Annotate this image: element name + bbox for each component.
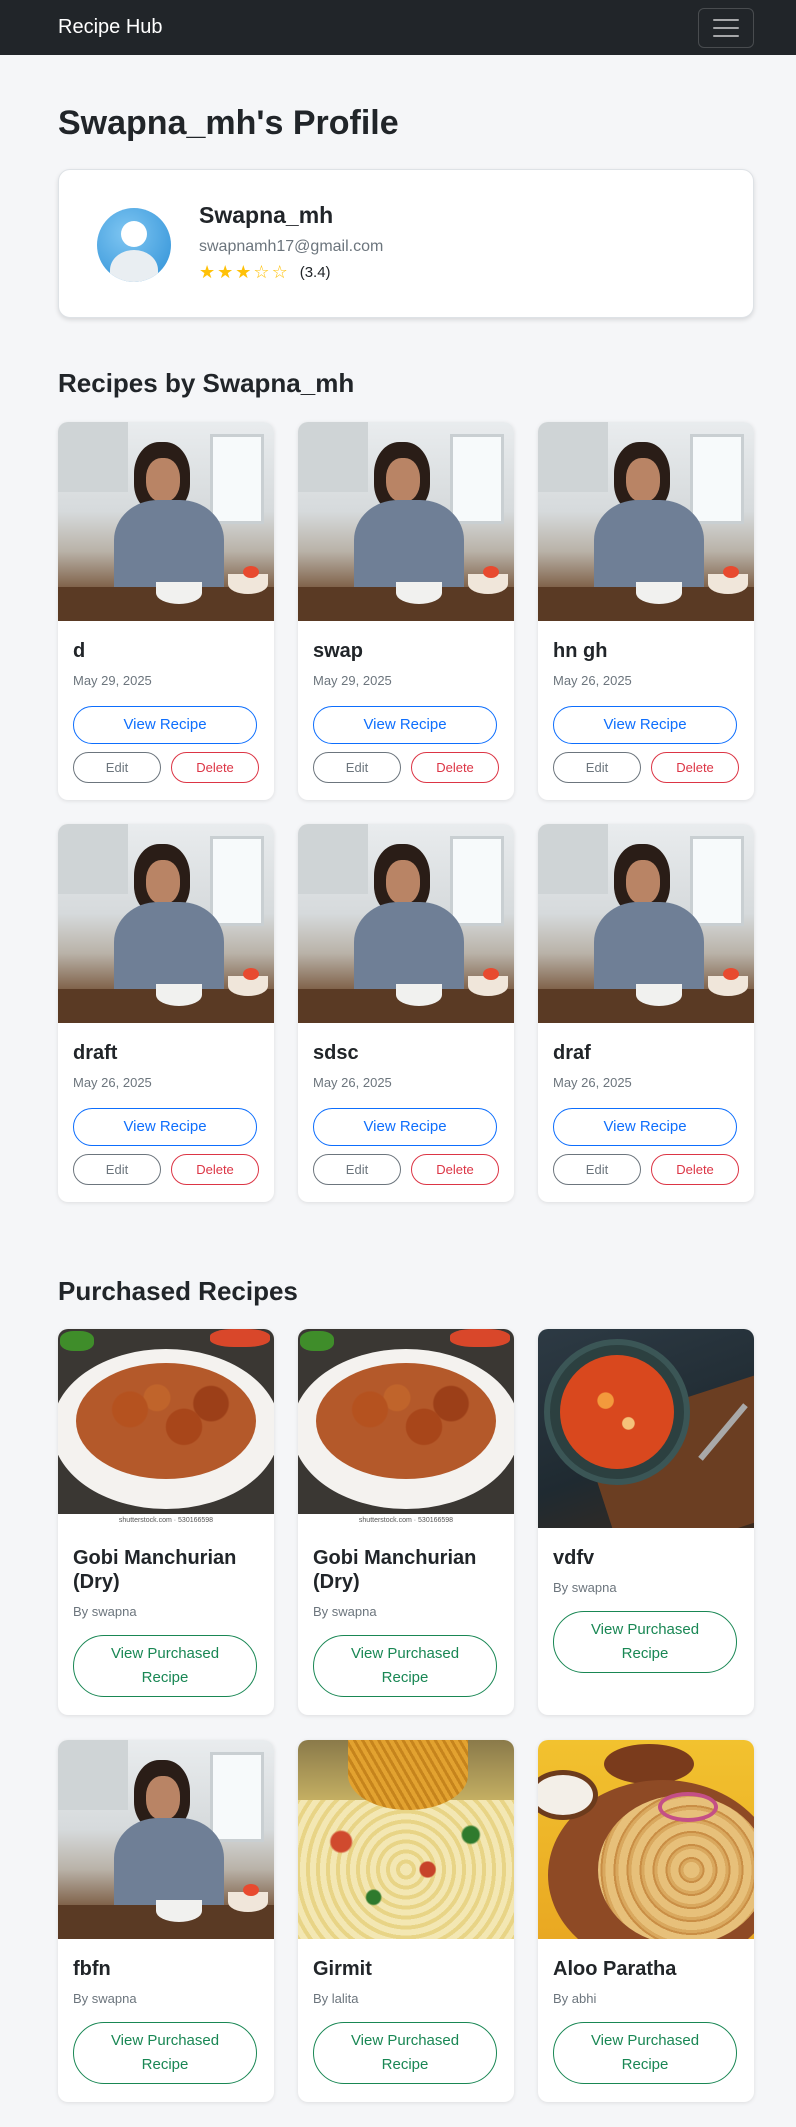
recipe-image xyxy=(538,1740,754,1939)
recipe-image: shutterstock.com · 530166598 xyxy=(58,1329,274,1528)
edit-button[interactable]: Edit xyxy=(313,1154,401,1185)
recipe-image xyxy=(298,1740,514,1939)
edit-button[interactable]: Edit xyxy=(73,1154,161,1185)
profile-card: Swapna_mh swapnamh17@gmail.com ★ ★ ★ ☆ ☆… xyxy=(58,169,754,318)
recipe-title: draf xyxy=(553,1042,591,1064)
delete-button[interactable]: Delete xyxy=(651,752,739,783)
star-empty-icon: ☆ xyxy=(271,262,288,282)
recipe-card: sdsc May 26, 2025 View Recipe Edit Delet… xyxy=(298,824,514,1202)
purchased-recipe-card: Girmit By lalita View Purchased Recipe xyxy=(298,1740,514,2102)
recipe-date: May 26, 2025 xyxy=(313,1075,392,1090)
rating-stars: ★ ★ ★ ☆ ☆ (3.4) xyxy=(199,263,331,281)
recipe-card: d May 29, 2025 View Recipe Edit Delete xyxy=(58,422,274,800)
profile-email: swapnamh17@gmail.com xyxy=(199,238,384,255)
recipe-title: Gobi Manchurian (Dry) xyxy=(313,1547,477,1593)
recipe-image xyxy=(298,422,514,621)
recipe-date: May 29, 2025 xyxy=(73,673,152,688)
purchased-recipe-card: shutterstock.com · 530166598 Gobi Manchu… xyxy=(298,1329,514,1715)
edit-button[interactable]: Edit xyxy=(313,752,401,783)
edit-button[interactable]: Edit xyxy=(73,752,161,783)
recipe-card: hn gh May 26, 2025 View Recipe Edit Dele… xyxy=(538,422,754,800)
rating-value: (3.4) xyxy=(299,263,331,281)
page-title: Swapna_mh's Profile xyxy=(58,104,399,142)
star-filled-icon: ★ xyxy=(199,262,216,282)
view-purchased-recipe-button[interactable]: View Purchased Recipe xyxy=(553,2022,737,2084)
recipe-date: May 26, 2025 xyxy=(73,1075,152,1090)
recipe-title: draft xyxy=(73,1042,118,1064)
recipe-card: draft May 26, 2025 View Recipe Edit Dele… xyxy=(58,824,274,1202)
recipe-author: By swapna xyxy=(553,1580,617,1595)
star-filled-icon: ★ xyxy=(217,262,234,282)
recipe-author: By lalita xyxy=(313,1991,359,2006)
delete-button[interactable]: Delete xyxy=(651,1154,739,1185)
recipe-title: fbfn xyxy=(73,1958,111,1980)
purchased-recipe-card: shutterstock.com · 530166598 Gobi Manchu… xyxy=(58,1329,274,1715)
view-purchased-recipe-button[interactable]: View Purchased Recipe xyxy=(313,2022,497,2084)
recipe-image: shutterstock.com · 530166598 xyxy=(298,1329,514,1528)
recipe-image xyxy=(58,422,274,621)
purchased-section-title: Purchased Recipes xyxy=(58,1276,298,1306)
view-recipe-button[interactable]: View Recipe xyxy=(73,706,257,744)
recipe-image xyxy=(58,824,274,1023)
recipe-date: May 29, 2025 xyxy=(313,673,392,688)
edit-button[interactable]: Edit xyxy=(553,1154,641,1185)
recipe-title: Gobi Manchurian (Dry) xyxy=(73,1547,237,1593)
purchased-recipe-card: Aloo Paratha By abhi View Purchased Reci… xyxy=(538,1740,754,2102)
recipe-title: hn gh xyxy=(553,640,608,662)
image-watermark: shutterstock.com · 530166598 xyxy=(58,1514,274,1528)
view-purchased-recipe-button[interactable]: View Purchased Recipe xyxy=(313,1635,497,1697)
view-purchased-recipe-button[interactable]: View Purchased Recipe xyxy=(73,1635,257,1697)
star-empty-icon: ☆ xyxy=(253,262,270,282)
user-avatar-icon xyxy=(97,208,171,282)
recipe-title: d xyxy=(73,640,86,662)
hamburger-icon[interactable] xyxy=(698,7,754,48)
recipe-date: May 26, 2025 xyxy=(553,673,632,688)
recipe-image xyxy=(538,824,754,1023)
view-purchased-recipe-button[interactable]: View Purchased Recipe xyxy=(73,2022,257,2084)
view-recipe-button[interactable]: View Recipe xyxy=(553,706,737,744)
view-recipe-button[interactable]: View Recipe xyxy=(73,1108,257,1146)
recipe-author: By abhi xyxy=(553,1991,597,2006)
edit-button[interactable]: Edit xyxy=(553,752,641,783)
recipe-title: swap xyxy=(313,640,364,662)
view-recipe-button[interactable]: View Recipe xyxy=(313,1108,497,1146)
recipe-title: Aloo Paratha xyxy=(553,1958,677,1980)
recipe-image xyxy=(298,824,514,1023)
recipe-title: vdfv xyxy=(553,1547,595,1569)
recipe-author: By swapna xyxy=(73,1991,137,2006)
view-recipe-button[interactable]: View Recipe xyxy=(313,706,497,744)
navbar: Recipe Hub xyxy=(0,0,796,55)
recipe-image xyxy=(538,1329,754,1528)
profile-name: Swapna_mh xyxy=(199,202,334,228)
purchased-recipe-card: fbfn By swapna View Purchased Recipe xyxy=(58,1740,274,2102)
recipe-title: Girmit xyxy=(313,1958,372,1980)
brand-link[interactable]: Recipe Hub xyxy=(58,16,163,39)
recipe-image xyxy=(538,422,754,621)
recipe-card: swap May 29, 2025 View Recipe Edit Delet… xyxy=(298,422,514,800)
recipe-date: May 26, 2025 xyxy=(553,1075,632,1090)
delete-button[interactable]: Delete xyxy=(171,1154,259,1185)
purchased-recipe-card: vdfv By swapna View Purchased Recipe xyxy=(538,1329,754,1715)
recipe-card: draf May 26, 2025 View Recipe Edit Delet… xyxy=(538,824,754,1202)
image-watermark: shutterstock.com · 530166598 xyxy=(298,1514,514,1528)
recipes-section-title: Recipes by Swapna_mh xyxy=(58,368,355,398)
star-filled-icon: ★ xyxy=(235,262,252,282)
view-recipe-button[interactable]: View Recipe xyxy=(553,1108,737,1146)
delete-button[interactable]: Delete xyxy=(171,752,259,783)
recipe-author: By swapna xyxy=(73,1604,137,1619)
delete-button[interactable]: Delete xyxy=(411,752,499,783)
recipe-title: sdsc xyxy=(313,1042,359,1064)
view-purchased-recipe-button[interactable]: View Purchased Recipe xyxy=(553,1611,737,1673)
recipe-author: By swapna xyxy=(313,1604,377,1619)
recipe-image xyxy=(58,1740,274,1939)
delete-button[interactable]: Delete xyxy=(411,1154,499,1185)
